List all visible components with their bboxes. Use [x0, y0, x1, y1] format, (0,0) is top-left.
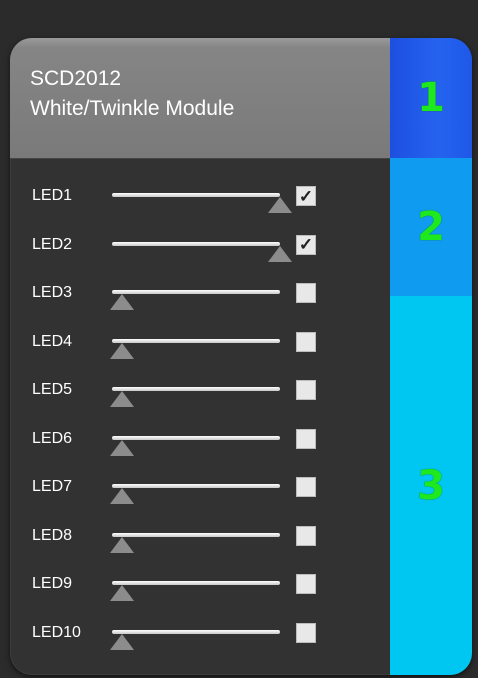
led-checkbox[interactable]: ✓ [296, 186, 316, 206]
led-label: LED9 [32, 575, 73, 592]
led-slider-track[interactable] [112, 484, 280, 488]
led-slider-track[interactable] [112, 387, 280, 391]
led-slider-track[interactable] [112, 532, 280, 537]
led-row: LED5 [10, 370, 390, 418]
led-slider-track[interactable] [112, 290, 280, 294]
led-row: LED2 ✓ [10, 225, 390, 273]
led-label: LED6 [32, 429, 73, 447]
led-checkbox[interactable] [296, 380, 316, 400]
led-slider-track[interactable] [112, 629, 280, 634]
tab-column: 1 2 3 [390, 38, 472, 675]
led-checkbox[interactable] [296, 283, 316, 303]
led-row: LED7 [10, 467, 390, 515]
led-checkbox[interactable] [296, 477, 316, 497]
checkmark-icon: ✓ [298, 235, 314, 254]
led-checkbox[interactable] [296, 622, 316, 643]
led-slider-track[interactable] [112, 581, 280, 585]
led-slider-thumb[interactable] [110, 342, 134, 359]
led-slider-track[interactable] [112, 435, 280, 440]
led-label: LED3 [32, 284, 73, 301]
module-name: White/Twinkle Module [30, 97, 235, 120]
led-slider-thumb[interactable] [110, 439, 134, 456]
led-row: LED8 [10, 516, 390, 564]
header-divider [10, 158, 390, 159]
led-slider-thumb[interactable] [110, 633, 134, 650]
tab-1[interactable]: 1 [390, 38, 472, 158]
module-header: SCD2012 White/Twinkle Module [10, 38, 390, 158]
led-label: LED5 [32, 381, 73, 398]
led-slider-thumb[interactable] [110, 294, 134, 310]
led-checkbox[interactable] [296, 574, 316, 594]
led-slider-thumb[interactable] [110, 488, 134, 504]
led-slider-thumb[interactable] [268, 245, 292, 262]
led-row: LED3 [10, 273, 390, 321]
led-checkbox[interactable] [296, 428, 316, 449]
module-model: SCD2012 [30, 67, 122, 90]
led-checkbox[interactable] [296, 331, 316, 352]
checkmark-icon: ✓ [298, 186, 314, 206]
led-slider-thumb[interactable] [110, 536, 134, 553]
led-row: LED6 [10, 419, 390, 467]
tab-3[interactable]: 3 [390, 296, 472, 675]
led-slider-thumb[interactable] [268, 197, 292, 213]
led-label: LED1 [32, 187, 73, 204]
led-slider-track[interactable] [112, 241, 280, 246]
led-slider-track[interactable] [112, 338, 280, 343]
led-checkbox[interactable]: ✓ [296, 234, 316, 255]
led-slider-thumb[interactable] [110, 585, 134, 601]
led-row: LED4 [10, 322, 390, 370]
led-label: LED10 [32, 623, 81, 641]
led-row: LED10 [10, 613, 390, 661]
led-slider-thumb[interactable] [110, 391, 134, 407]
led-checkbox[interactable] [296, 525, 316, 546]
led-label: LED7 [32, 478, 73, 495]
led-label: LED4 [32, 332, 73, 350]
led-row: LED1 ✓ [10, 176, 390, 224]
module-title: SCD2012 White/Twinkle Module [30, 64, 234, 124]
led-label: LED8 [32, 526, 73, 544]
led-label: LED2 [32, 235, 73, 253]
led-row: LED9 [10, 564, 390, 612]
module-panel: SCD2012 White/Twinkle Module 1 2 3 LED1 ✓… [10, 38, 472, 675]
tab-2[interactable]: 2 [390, 158, 472, 296]
led-slider-track[interactable] [112, 193, 280, 197]
